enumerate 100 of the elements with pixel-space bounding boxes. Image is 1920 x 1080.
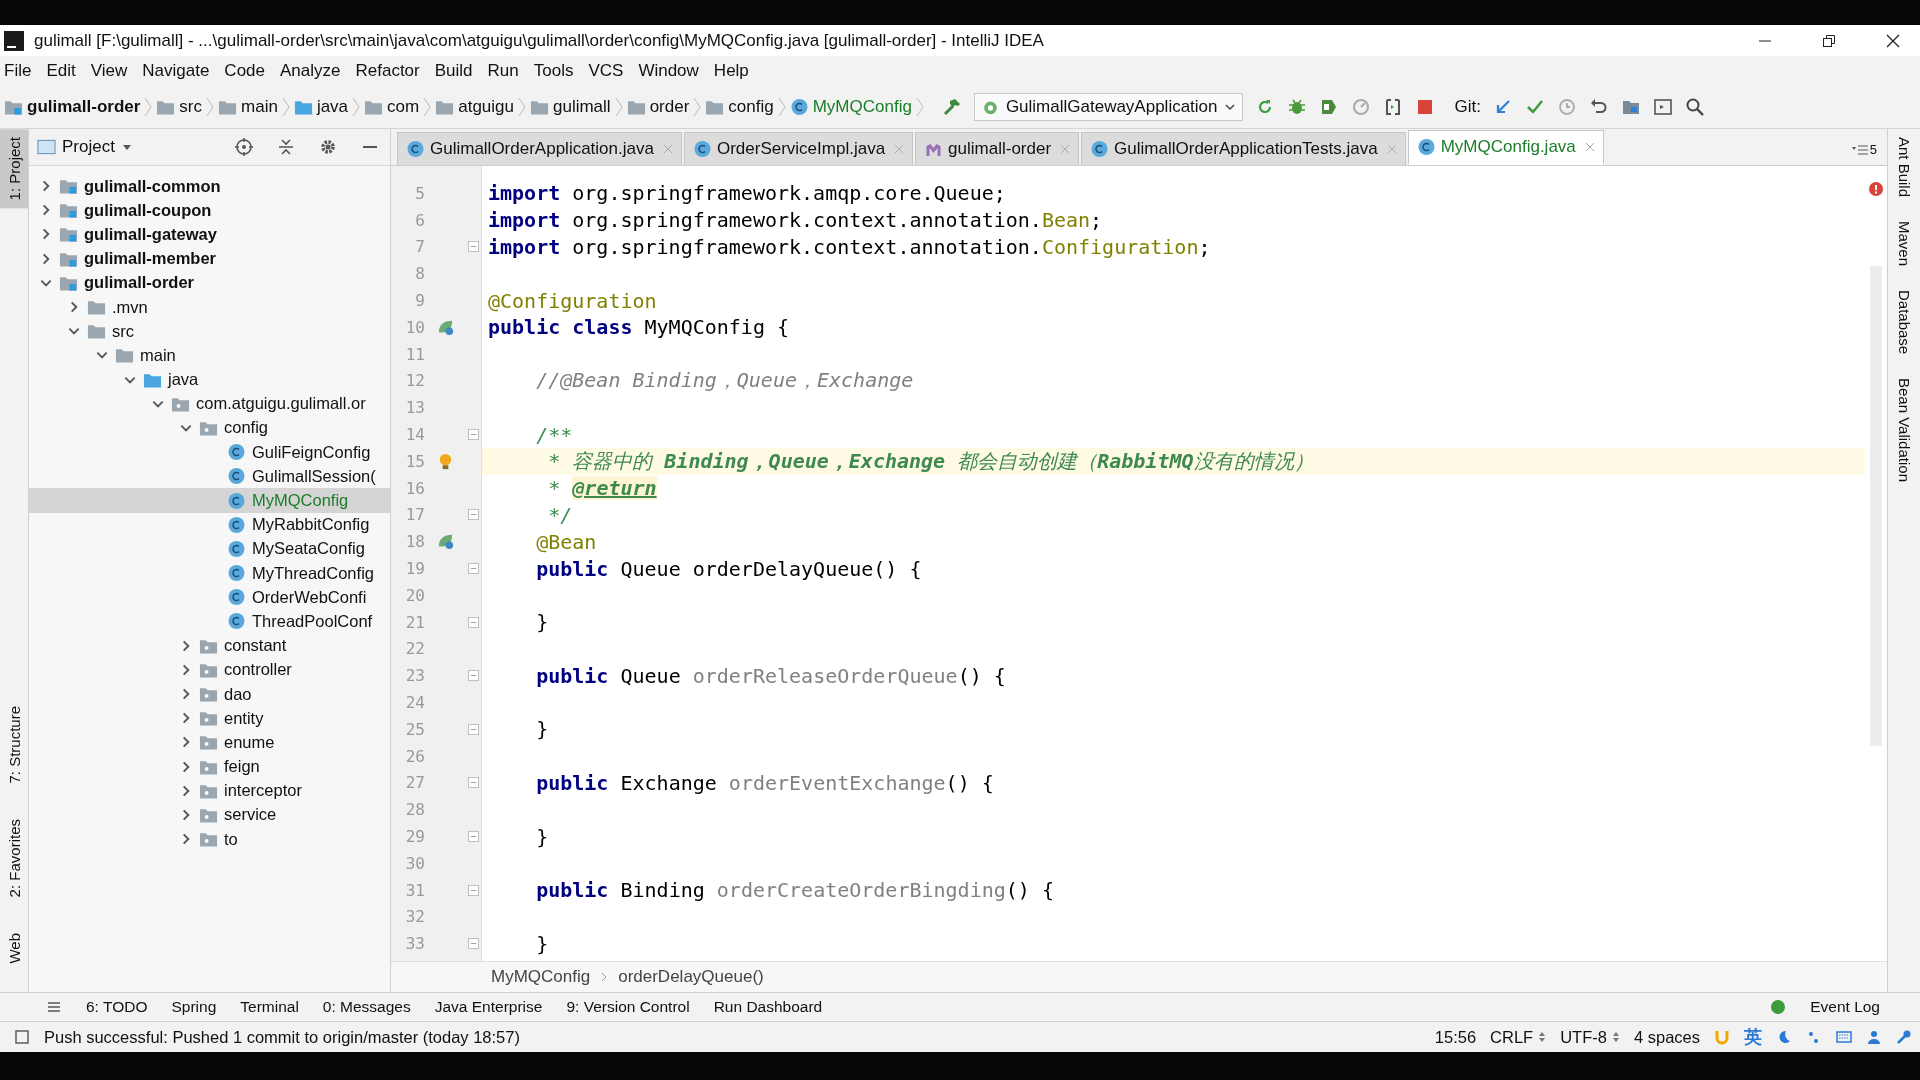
menu-item[interactable]: Build: [434, 61, 473, 81]
nav-breadcrumb[interactable]: main: [241, 97, 278, 117]
profiler-icon[interactable]: [1350, 97, 1371, 117]
panel-toggle-icon[interactable]: [14, 1029, 30, 1045]
menu-item[interactable]: Navigate: [142, 61, 210, 81]
menu-item[interactable]: VCS: [588, 61, 624, 81]
code-breadcrumb[interactable]: orderDelayQueue(): [618, 967, 764, 987]
tree-row[interactable]: MyRabbitConfig: [29, 512, 390, 537]
tree-row[interactable]: OrderWebConfi: [29, 585, 390, 610]
history-icon[interactable]: [1557, 97, 1577, 117]
tool-window-button[interactable]: Database: [1888, 290, 1920, 355]
nav-breadcrumb[interactable]: gulimall: [553, 97, 611, 117]
menu-item[interactable]: Code: [224, 61, 265, 81]
bug-icon[interactable]: [1286, 97, 1307, 117]
search-icon[interactable]: [1685, 97, 1705, 117]
tree-row[interactable]: to: [29, 827, 390, 852]
tree-row[interactable]: service: [29, 802, 390, 828]
tool-window-button[interactable]: 7: Structure: [0, 697, 28, 792]
editor-tab[interactable]: gulimall-order: [915, 132, 1080, 165]
tree-row[interactable]: GuliFeignConfig: [29, 440, 390, 465]
tree-row[interactable]: ThreadPoolConf: [29, 609, 390, 634]
menu-item[interactable]: File: [4, 61, 32, 81]
nav-breadcrumb[interactable]: config: [728, 97, 774, 117]
tree-row[interactable]: feign: [29, 754, 390, 779]
tree-row[interactable]: gulimall-member: [29, 246, 390, 271]
tree-row[interactable]: gulimall-common: [29, 174, 390, 199]
fold-icon[interactable]: [467, 777, 479, 789]
menu-item[interactable]: Run: [487, 61, 519, 81]
fold-icon[interactable]: [467, 831, 479, 842]
fold-icon[interactable]: [467, 938, 479, 950]
project-view-selector[interactable]: Project: [62, 137, 115, 157]
tree-row[interactable]: MyThreadConfig: [29, 561, 390, 586]
tool-window-button[interactable]: 9: Version Control: [566, 998, 690, 1016]
hammer-icon[interactable]: [941, 97, 962, 117]
tree-row[interactable]: entity: [29, 706, 390, 731]
tree-row[interactable]: com.atguigu.gulimall.or: [29, 391, 390, 416]
code-breadcrumb[interactable]: MyMQConfig: [491, 967, 591, 987]
user-icon[interactable]: [1866, 1029, 1882, 1045]
menu-icon[interactable]: [46, 999, 62, 1015]
nav-breadcrumb[interactable]: MyMQConfig: [812, 97, 912, 117]
fold-icon[interactable]: [467, 723, 479, 735]
locate-icon[interactable]: [234, 137, 254, 157]
tree-row[interactable]: controller: [29, 657, 390, 682]
fold-icon[interactable]: [467, 616, 479, 628]
fold-icon[interactable]: [467, 241, 479, 253]
nav-breadcrumb[interactable]: gulimall-order: [27, 97, 141, 117]
tree-row[interactable]: MySeataConfig: [29, 536, 390, 561]
fold-icon[interactable]: [467, 563, 479, 575]
tree-row[interactable]: MyMQConfig: [29, 488, 390, 513]
tree-row[interactable]: GulimallSession(: [29, 464, 390, 489]
tool-window-button[interactable]: Terminal: [240, 998, 299, 1016]
indent-selector[interactable]: 4 spaces: [1633, 1027, 1700, 1047]
tool-window-button[interactable]: Spring: [171, 998, 217, 1016]
nav-breadcrumb[interactable]: atguigu: [458, 97, 514, 117]
nav-breadcrumb[interactable]: order: [649, 97, 690, 117]
tree-row[interactable]: constant: [29, 633, 390, 658]
menu-item[interactable]: Refactor: [355, 61, 420, 81]
nav-breadcrumb[interactable]: java: [316, 97, 349, 117]
code-editor[interactable]: [391, 166, 1865, 961]
tool-window-button[interactable]: Event Log: [1810, 998, 1880, 1016]
nav-breadcrumb[interactable]: com: [387, 97, 420, 117]
tree-row[interactable]: gulimall-coupon: [29, 198, 390, 223]
tree-row[interactable]: gulimall-order: [29, 270, 390, 295]
tool-window-button[interactable]: Web: [0, 925, 28, 972]
fold-icon[interactable]: [467, 670, 479, 682]
tab-list-button[interactable]: 5: [1841, 142, 1887, 165]
keyboard-icon[interactable]: [1836, 1029, 1852, 1045]
tree-row[interactable]: enume: [29, 730, 390, 755]
menu-item[interactable]: Analyze: [280, 61, 341, 81]
wrench-icon[interactable]: [1896, 1029, 1912, 1045]
layout-icon[interactable]: [1653, 97, 1673, 117]
fold-icon[interactable]: [467, 429, 479, 441]
tool-window-button[interactable]: Bean Validation: [1888, 378, 1920, 483]
tool-window-button[interactable]: 2: Favorites: [0, 811, 28, 906]
fold-icon[interactable]: [467, 509, 479, 521]
tool-window-button[interactable]: Run Dashboard: [713, 998, 823, 1016]
tree-row[interactable]: interceptor: [29, 778, 390, 803]
nav-breadcrumb[interactable]: src: [179, 97, 203, 117]
ime-mode[interactable]: 英: [1744, 1025, 1762, 1049]
tool-window-button[interactable]: Java Enterprise: [434, 998, 543, 1016]
close-icon[interactable]: [1886, 33, 1900, 48]
tool-window-button[interactable]: Ant Build: [1888, 137, 1920, 198]
tool-window-button[interactable]: 0: Messages: [322, 998, 411, 1016]
menu-item[interactable]: Edit: [46, 61, 76, 81]
tree-row[interactable]: gulimall-gateway: [29, 222, 390, 247]
menu-item[interactable]: View: [90, 61, 128, 81]
tree-row[interactable]: .mvn: [29, 294, 390, 320]
editor-tab[interactable]: OrderServiceImpl.java: [683, 132, 914, 165]
tool-window-button[interactable]: 6: TODO: [86, 998, 148, 1016]
tree-row[interactable]: src: [29, 319, 390, 344]
encoding-selector[interactable]: UTF-8: [1560, 1027, 1620, 1047]
collapse-all-icon[interactable]: [276, 137, 296, 157]
tool-window-button[interactable]: Maven: [1888, 221, 1920, 267]
editor-tab[interactable]: GulimallOrderApplicationTests.java: [1081, 132, 1406, 165]
tool-window-button[interactable]: 1: Project: [0, 129, 28, 209]
menu-item[interactable]: Tools: [533, 61, 574, 81]
settings-icon[interactable]: [318, 137, 338, 157]
tree-row[interactable]: config: [29, 415, 390, 441]
menu-item[interactable]: Window: [638, 61, 699, 81]
menu-item[interactable]: Help: [713, 61, 749, 81]
